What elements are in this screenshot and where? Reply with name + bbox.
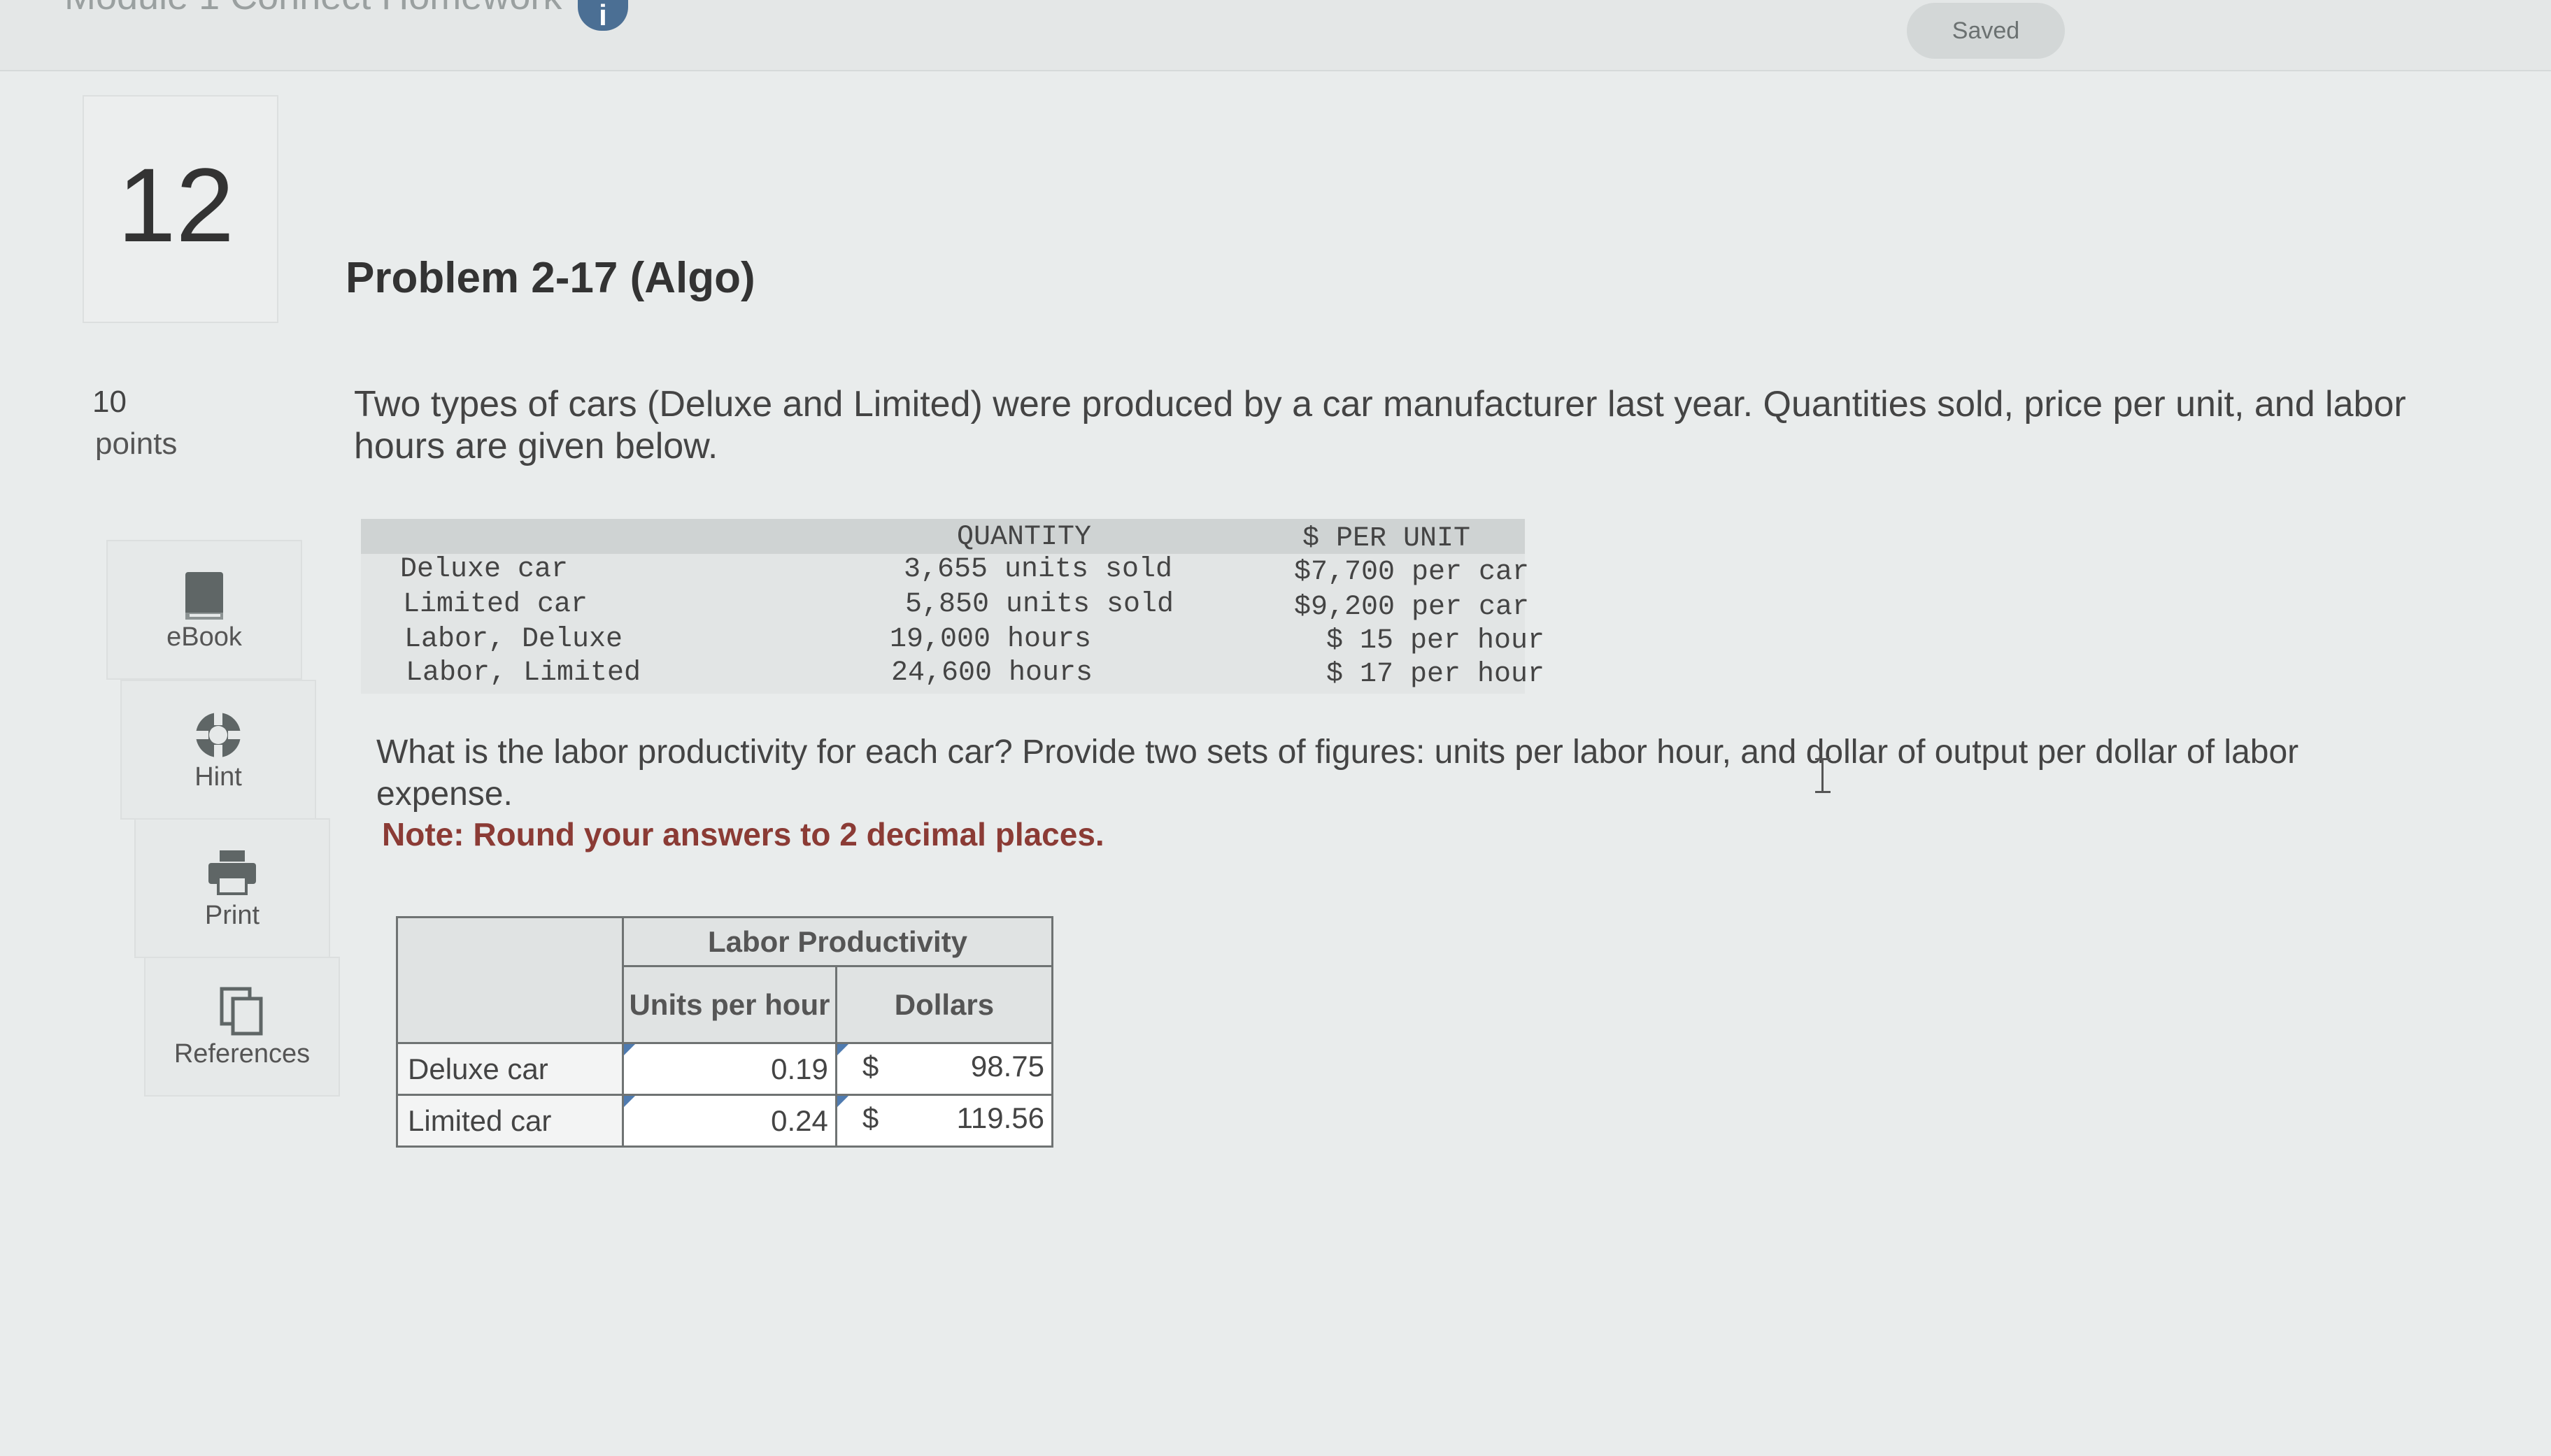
text-cursor-icon (1815, 758, 1839, 793)
currency-symbol: $ (862, 1101, 879, 1134)
currency-symbol: $ (862, 1050, 879, 1083)
points-label: points (95, 427, 178, 461)
intro-text: Two types of cars (Deluxe and Limited) w… (354, 384, 2406, 466)
input-flag-icon (624, 1044, 636, 1055)
print-label: Print (204, 901, 260, 930)
answer-row-label: Limited car (395, 1094, 625, 1148)
data-row-quantity: 24,600 hours (891, 657, 1093, 689)
input-flag-icon (624, 1096, 636, 1107)
question-number: 12 (118, 146, 234, 264)
question-text: What is the labor productivity for each … (376, 734, 2299, 813)
answer-row-label: Deluxe car (395, 1042, 625, 1096)
data-row-label: Labor, Deluxe (404, 624, 623, 655)
data-row-quantity: 5,850 units sold (905, 589, 1174, 620)
book-icon (108, 569, 301, 625)
limited-units-input[interactable]: 0.24 (622, 1094, 837, 1148)
input-flag-icon (837, 1096, 848, 1107)
data-row-per-unit: $ 15 per hour (1326, 625, 1545, 657)
deluxe-dollars-input[interactable]: $ 98.75 (834, 1042, 1054, 1096)
given-data-table: QUANTITY $ PER UNIT Deluxe car 3,655 uni… (361, 519, 1544, 694)
module-title: Module 1 Connect Homework (64, 0, 562, 18)
ebook-label: eBook (166, 622, 242, 652)
references-label: References (173, 1039, 311, 1069)
hint-button[interactable]: Hint (120, 680, 316, 820)
answer-table: Labor Productivity Units per hour Dollar… (395, 916, 1054, 1148)
units-value: 0.24 (771, 1104, 828, 1137)
dollars-header: Dollars (834, 965, 1054, 1044)
data-row-per-unit: $9,200 per car (1294, 592, 1530, 623)
ebook-button[interactable]: eBook (106, 540, 302, 680)
rounding-note: Note: Round your answers to 2 decimal pl… (382, 816, 1104, 852)
data-row-label: Labor, Limited (406, 657, 641, 689)
lifebuoy-icon (122, 709, 315, 765)
input-flag-icon (837, 1044, 848, 1055)
units-value: 0.19 (771, 1052, 828, 1085)
points-value: 10 (92, 385, 127, 419)
data-row-quantity: 19,000 hours (890, 624, 1092, 655)
saved-status-pill: Saved (1907, 3, 2065, 59)
documents-icon (145, 986, 339, 1042)
print-button[interactable]: Print (134, 818, 330, 958)
hint-label: Hint (194, 762, 242, 792)
deluxe-units-input[interactable]: 0.19 (622, 1042, 837, 1096)
data-row-label: Limited car (403, 589, 588, 620)
data-row-per-unit: $7,700 per car (1294, 557, 1530, 588)
quantity-header: QUANTITY (957, 522, 1092, 553)
dollars-value: 119.56 (956, 1101, 1044, 1134)
limited-dollars-input[interactable]: $ 119.56 (834, 1094, 1054, 1148)
data-row-per-unit: $ 17 per hour (1326, 659, 1545, 690)
problem-title: Problem 2-17 (Algo) (346, 254, 755, 302)
dollars-value: 98.75 (970, 1050, 1044, 1083)
printer-icon (136, 848, 329, 904)
answer-table-corner (395, 916, 625, 1044)
references-button[interactable]: References (144, 957, 340, 1097)
labor-productivity-header: Labor Productivity (622, 916, 1053, 967)
units-per-hour-header: Units per hour (622, 965, 837, 1044)
data-row-quantity: 3,655 units sold (904, 554, 1173, 585)
data-row-label: Deluxe car (400, 554, 569, 585)
per-unit-header: $ PER UNIT (1302, 523, 1471, 555)
